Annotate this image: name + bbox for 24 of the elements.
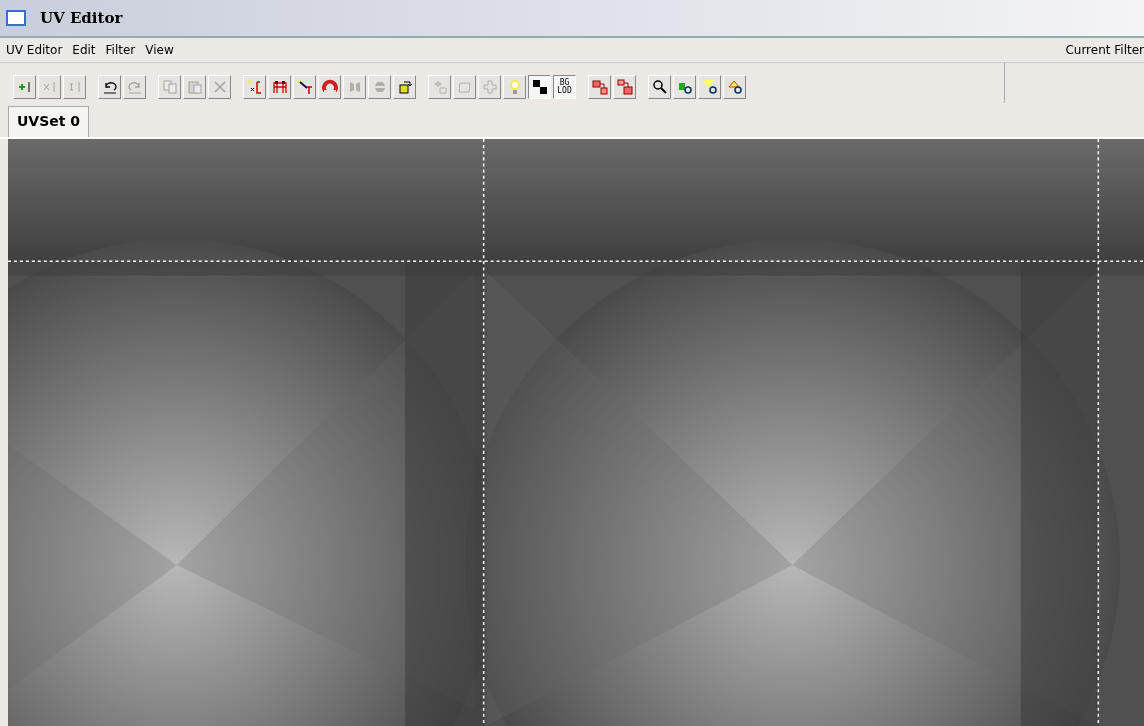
toolbar-button[interactable]: BG LOD [553,75,576,99]
filter-label: Current Filter [1065,43,1144,57]
plus-icon [16,79,33,95]
menu-item[interactable]: Filter [105,43,136,57]
toolbar-button[interactable] [528,75,551,99]
copy-icon [161,79,178,95]
menu-item[interactable]: UV Editor [6,43,63,57]
menu-item[interactable]: View [145,43,174,57]
undo-icon [101,79,118,95]
delete-icon [211,79,228,95]
paste-icon [186,79,203,95]
window-icon [6,10,26,26]
redo-icon [126,79,143,95]
arrow-icon [296,79,313,95]
magnet-icon [321,79,338,95]
rotate-icon [396,79,413,95]
tab[interactable]: UVSet 0 [8,106,90,137]
frame-icon [456,79,473,95]
x-icon [41,79,58,95]
window-title: UV Editor [40,9,123,27]
zoom-triangle-icon [726,79,743,95]
checker-icon [531,79,548,95]
menu-item[interactable]: Edit [72,43,96,57]
search-icon [651,79,668,95]
